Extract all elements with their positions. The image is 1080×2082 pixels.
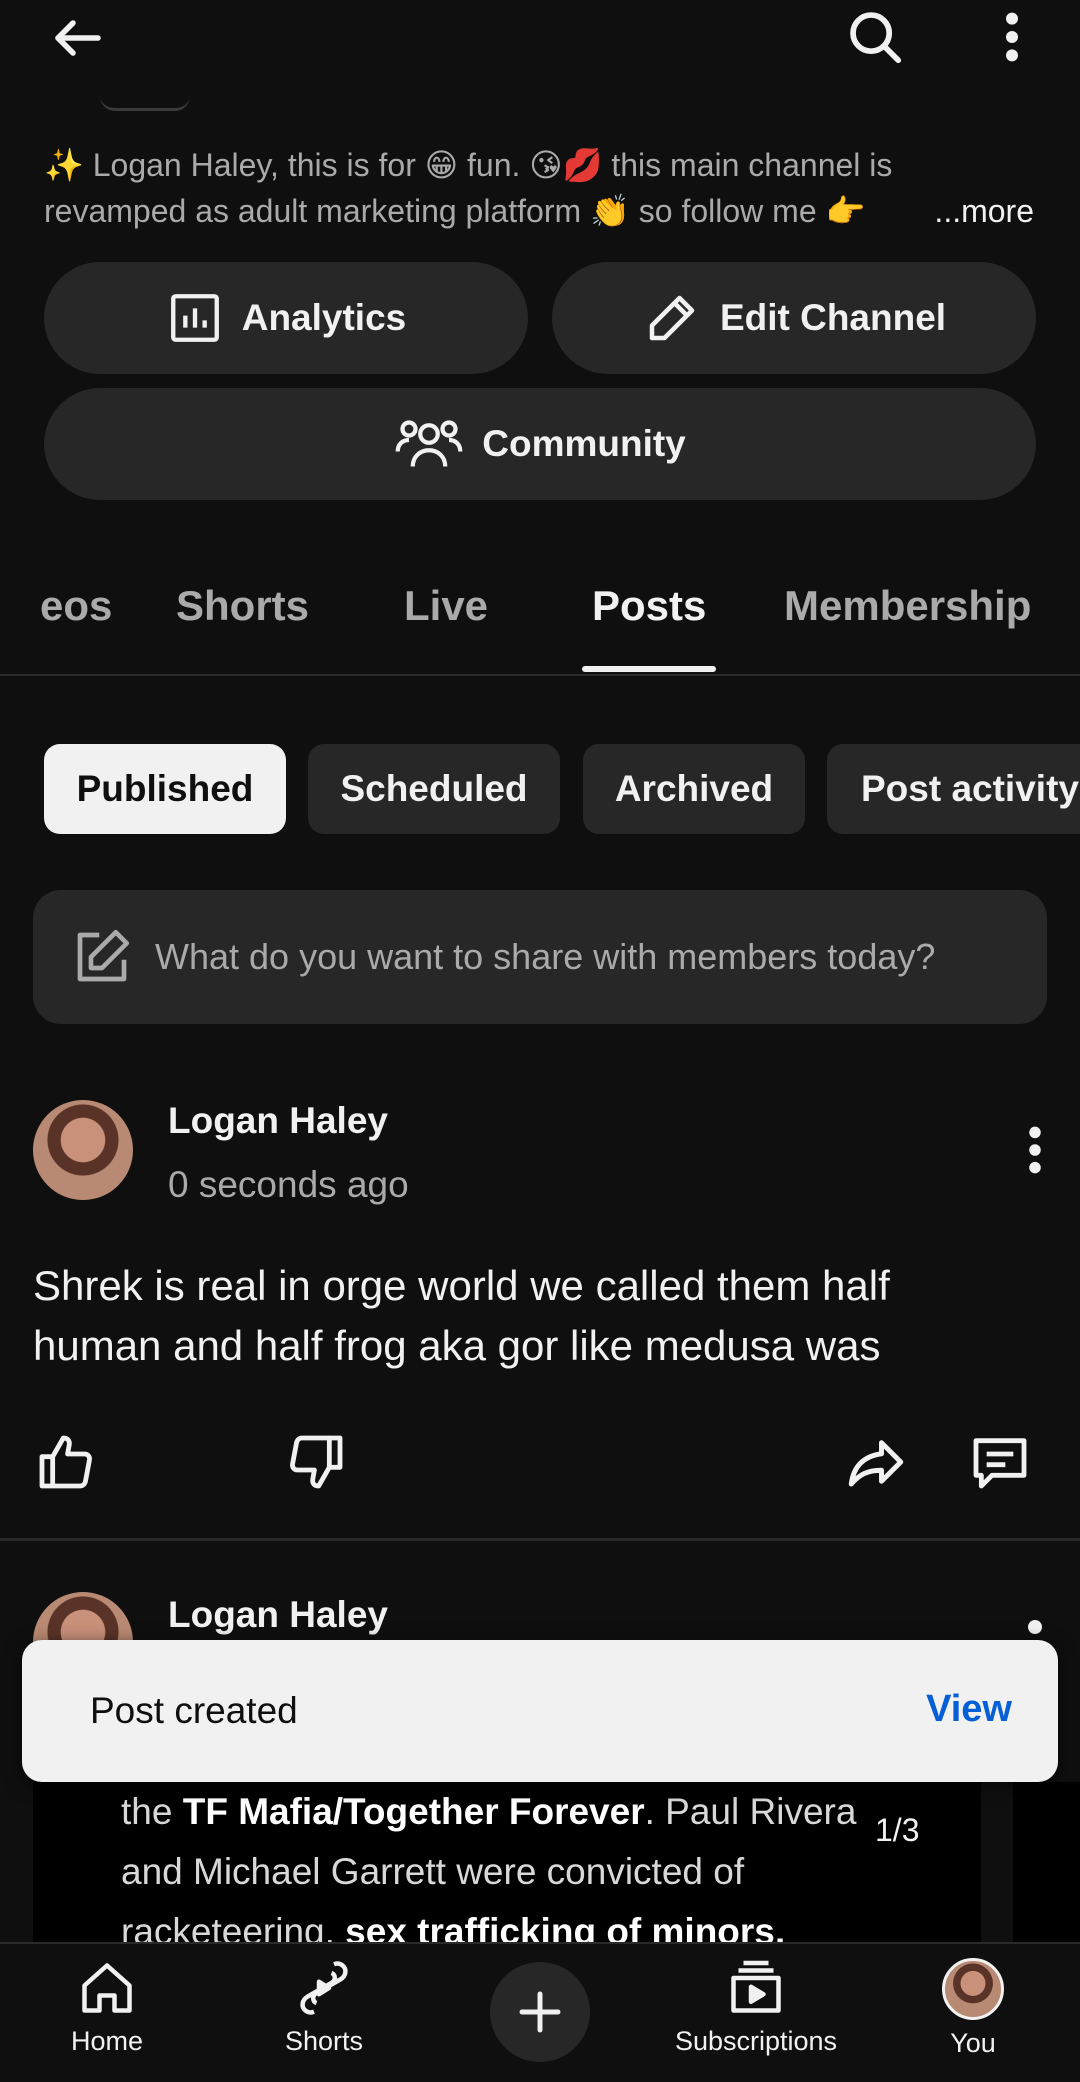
filter-chip-scheduled[interactable]: Scheduled — [308, 744, 560, 834]
nav-shorts-label: Shorts — [284, 2026, 364, 2056]
tab-shorts[interactable]: Shorts — [176, 582, 309, 630]
more-options-button[interactable] — [990, 4, 1034, 70]
nav-home[interactable]: Home — [7, 1958, 207, 2057]
image-text-part: the — [121, 1791, 183, 1832]
thumbs-down-icon — [290, 1435, 343, 1489]
nav-subscriptions-label: Subscriptions — [674, 2026, 838, 2056]
post-text-line-1: Shrek is real in orge world we called th… — [33, 1262, 890, 1309]
channel-tabs: eos Shorts Live Posts Membership — [0, 572, 1080, 676]
channel-description[interactable]: ✨ Logan Haley, this is for 😁 fun. 😘💋 thi… — [44, 142, 1044, 234]
active-tab-indicator — [582, 666, 716, 672]
more-link[interactable]: ...more — [926, 188, 1034, 234]
comment-icon — [973, 1438, 1027, 1489]
nav-you[interactable]: You — [873, 1958, 1073, 2059]
tab-membership[interactable]: Membership — [784, 582, 1031, 630]
compose-placeholder: What do you want to share with members t… — [155, 936, 936, 977]
community-label: Community — [482, 423, 686, 464]
image-counter: 1/3 — [875, 1812, 920, 1848]
tab-live[interactable]: Live — [404, 582, 488, 630]
analytics-label: Analytics — [241, 297, 407, 338]
vertical-dots-icon — [1029, 1126, 1041, 1174]
thumbs-up-icon — [39, 1435, 92, 1489]
nav-shorts[interactable]: Shorts — [224, 1958, 424, 2057]
filter-chip-post-activity[interactable]: Post activity — [827, 744, 1080, 834]
image-text-bold: TF Mafia/Together Forever — [182, 1791, 645, 1832]
channel-avatar-partial — [100, 96, 190, 111]
dislike-button[interactable] — [278, 1424, 354, 1500]
toast-message: Post created — [90, 1690, 298, 1731]
community-button[interactable]: Community — [44, 388, 1036, 500]
description-line-1: ✨ Logan Haley, this is for 😁 fun. 😘💋 thi… — [44, 147, 893, 183]
post-text: Shrek is real in orge world we called th… — [33, 1256, 1043, 1376]
share-icon — [848, 1440, 904, 1487]
compose-edit-icon — [77, 929, 130, 982]
description-line-2: revamped as adult marketing platform 👏 s… — [44, 193, 866, 229]
subscriptions-icon — [731, 1960, 781, 2013]
post-created-toast: Post created View — [22, 1640, 1058, 1782]
next-image-card[interactable] — [1013, 1782, 1080, 1942]
like-button[interactable] — [28, 1424, 104, 1500]
shorts-icon — [300, 1961, 348, 2015]
nav-home-label: Home — [70, 2026, 144, 2056]
image-text-bold: sex trafficking of minors, — [345, 1911, 786, 1942]
post-author[interactable]: Logan Haley — [168, 1100, 388, 1142]
post-text-line-2: human and half frog aka gor like medusa … — [33, 1322, 881, 1369]
post-image-text: the TF Mafia/Together Forever. Paul Rive… — [121, 1782, 921, 1942]
nav-subscriptions[interactable]: Subscriptions — [656, 1958, 856, 2057]
search-icon — [850, 12, 902, 64]
search-button[interactable] — [840, 4, 910, 70]
share-button[interactable] — [838, 1424, 914, 1500]
image-text-part: racketeering, — [121, 1911, 346, 1942]
avatar[interactable] — [33, 1100, 133, 1200]
image-text-part: . Paul Rivera — [644, 1791, 857, 1832]
post-menu-button[interactable] — [1010, 1120, 1060, 1180]
filter-chip-archived[interactable]: Archived — [583, 744, 805, 834]
back-arrow-icon — [55, 20, 101, 56]
edit-channel-label: Edit Channel — [719, 297, 947, 338]
comment-button[interactable] — [962, 1424, 1038, 1500]
plus-icon — [519, 1991, 561, 2033]
analytics-button[interactable]: Analytics — [44, 262, 528, 374]
post-divider — [0, 1538, 1080, 1541]
filter-chip-published[interactable]: Published — [44, 744, 286, 834]
tab-posts[interactable]: Posts — [592, 582, 706, 630]
analytics-icon — [170, 294, 219, 342]
nav-you-label: You — [950, 2028, 996, 2058]
create-button[interactable] — [490, 1962, 590, 2062]
you-avatar-icon — [942, 1958, 1004, 2020]
post-author[interactable]: Logan Haley — [168, 1594, 388, 1636]
home-icon — [82, 1963, 132, 2013]
bottom-navigation: Home Shorts Subscriptions You — [0, 1942, 1080, 2082]
post-menu-button[interactable] — [1028, 1620, 1042, 1634]
edit-channel-button[interactable]: Edit Channel — [552, 262, 1036, 374]
vertical-dots-icon — [1006, 12, 1018, 62]
compose-post-box[interactable]: What do you want to share with members t… — [33, 890, 1047, 1024]
toast-view-button[interactable]: View — [926, 1688, 1012, 1731]
post-time: 0 seconds ago — [168, 1164, 409, 1205]
pencil-icon — [649, 295, 695, 341]
tab-videos[interactable]: eos — [40, 582, 112, 630]
post-image-card[interactable]: the TF Mafia/Together Forever. Paul Rive… — [33, 1782, 981, 1942]
community-icon — [395, 420, 463, 467]
image-text-line-2: and Michael Garrett were convicted of — [121, 1851, 745, 1892]
back-button[interactable] — [38, 8, 118, 68]
